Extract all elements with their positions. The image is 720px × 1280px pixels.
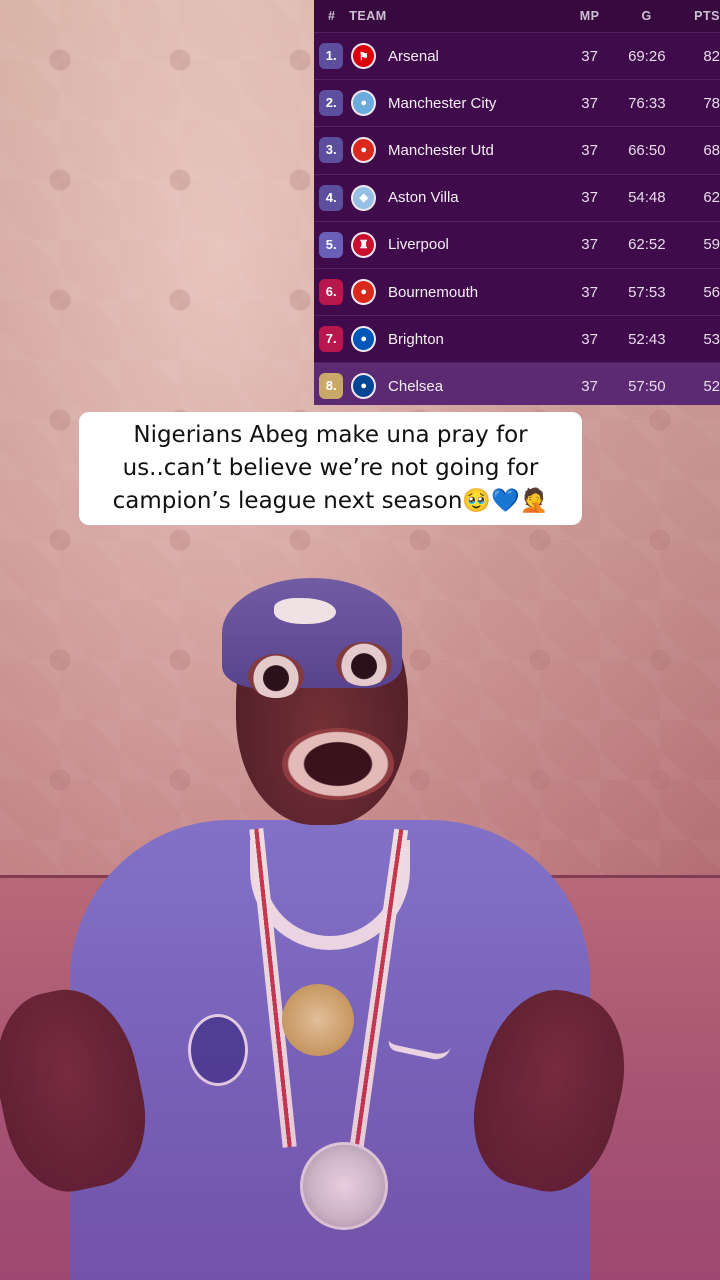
matches-played: 37 — [581, 141, 598, 159]
matches-played: 37 — [581, 330, 598, 348]
goals: 57:53 — [628, 283, 666, 301]
header-matches-played: MP — [579, 9, 600, 23]
team-name: Liverpool — [388, 236, 449, 254]
goals: 76:33 — [628, 94, 666, 112]
team-name: Aston Villa — [388, 189, 459, 207]
goals: 57:50 — [628, 377, 666, 395]
team-badge-icon: ♜ — [351, 231, 377, 258]
caption-text: Nigerians Abeg make una pray for us..can… — [112, 422, 549, 514]
team-name: Bournemouth — [388, 283, 479, 301]
position-badge: 5. — [319, 231, 344, 258]
goals: 52:43 — [628, 330, 666, 348]
team-badge-icon: ◆ — [351, 184, 377, 211]
header-team: TEAM — [349, 9, 387, 23]
goals: 62:52 — [628, 236, 666, 254]
team-name: Chelsea — [388, 377, 444, 395]
table-header: # TEAM MP G PTS — [314, 0, 720, 32]
table-row: 7. ● Brighton 37 52:43 53 — [314, 315, 720, 363]
team-badge-icon: ⚑ — [351, 43, 377, 70]
team-badge-icon: ● — [351, 279, 377, 306]
team-name: Brighton — [388, 330, 444, 348]
table-row: 8. ● Chelsea 37 57:50 52 — [314, 362, 720, 405]
points: 82 — [703, 47, 720, 65]
goals: 66:50 — [628, 141, 666, 159]
points: 59 — [703, 236, 720, 254]
video-caption: Nigerians Abeg make una pray for us..can… — [79, 412, 582, 525]
team-badge-icon: ● — [351, 326, 377, 353]
matches-played: 37 — [581, 377, 598, 395]
matches-played: 37 — [581, 189, 598, 207]
matches-played: 37 — [581, 236, 598, 254]
team-name: Manchester City — [388, 94, 497, 112]
table-row: 3. ● Manchester Utd 37 66:50 68 — [314, 126, 720, 174]
header-points: PTS — [694, 9, 720, 23]
team-name: Arsenal — [388, 47, 439, 65]
team-badge-icon: ● — [351, 90, 377, 117]
position-badge: 3. — [319, 137, 344, 164]
team-name: Manchester Utd — [388, 141, 494, 159]
points: 53 — [703, 330, 720, 348]
points: 52 — [703, 377, 720, 395]
points: 56 — [703, 283, 720, 301]
position-badge: 1. — [319, 43, 344, 70]
team-badge-icon: ● — [351, 137, 377, 164]
header-goals: G — [641, 9, 652, 23]
team-badge-icon: ● — [351, 373, 377, 400]
position-badge: 8. — [319, 373, 344, 400]
position-badge: 7. — [319, 326, 344, 353]
matches-played: 37 — [581, 47, 598, 65]
position-badge: 2. — [319, 90, 344, 117]
header-number: # — [328, 9, 336, 23]
position-badge: 4. — [319, 184, 344, 211]
goals: 69:26 — [628, 47, 666, 65]
points: 62 — [703, 189, 720, 207]
table-row: 2. ● Manchester City 37 76:33 78 — [314, 79, 720, 127]
table-row: 6. ● Bournemouth 37 57:53 56 — [314, 267, 720, 316]
league-standings-table: # TEAM MP G PTS 1. ⚑ Arsenal 37 69:26 82 2. ● Ma… — [314, 0, 720, 405]
goals: 54:48 — [628, 189, 666, 207]
table-row: 4. ◆ Aston Villa 37 54:48 62 — [314, 173, 720, 221]
matches-played: 37 — [581, 94, 598, 112]
points: 68 — [703, 141, 720, 159]
table-row: 5. ♜ Liverpool 37 62:52 59 — [314, 220, 720, 268]
table-row: 1. ⚑ Arsenal 37 69:26 82 — [314, 32, 720, 80]
matches-played: 37 — [581, 283, 598, 301]
table-body: 1. ⚑ Arsenal 37 69:26 82 2. ● Manchester City 37 7… — [314, 32, 720, 405]
position-badge: 6. — [319, 279, 344, 306]
points: 78 — [703, 94, 720, 112]
